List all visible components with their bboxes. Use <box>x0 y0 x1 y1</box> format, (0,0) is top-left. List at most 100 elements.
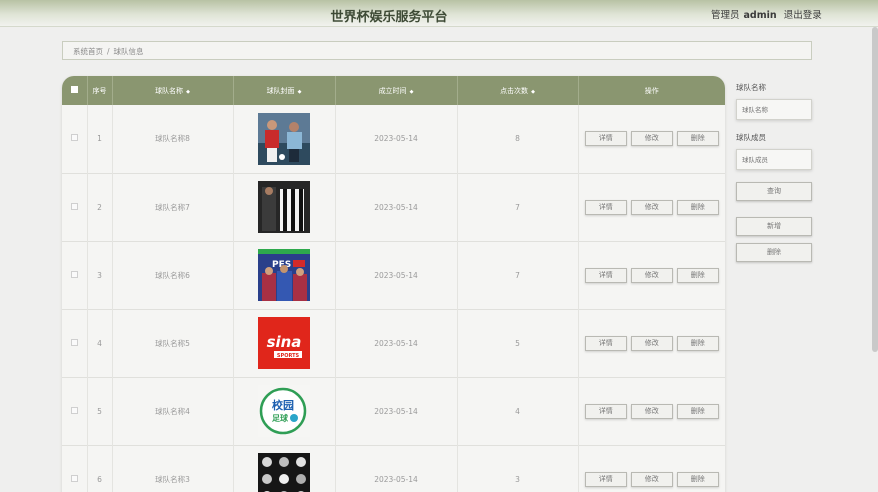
header-founded-date-label: 成立时间 <box>378 86 407 95</box>
row-founded-date: 2023-05-14 <box>335 309 458 377</box>
detail-button[interactable]: 详情 <box>584 131 627 147</box>
header-index: 序号 <box>87 76 113 105</box>
team-cover-image-soccer-players <box>258 112 310 165</box>
header-team-cover[interactable]: 球队封面 ◆ <box>233 76 336 105</box>
row-founded-date: 2023-05-14 <box>335 105 458 173</box>
query-button[interactable]: 查询 <box>736 182 812 201</box>
row-team-cover: sina SPORTS <box>233 309 336 377</box>
detail-button[interactable]: 详情 <box>584 267 627 283</box>
row-team-name: 球队名称6 <box>112 241 234 309</box>
batch-delete-button[interactable]: 删除 <box>736 243 812 262</box>
logout-link[interactable]: 退出登录 <box>784 10 822 21</box>
row-founded-date: 2023-05-14 <box>335 241 458 309</box>
detail-button[interactable]: 详情 <box>584 403 627 419</box>
header-select-all[interactable] <box>62 76 88 105</box>
edit-button[interactable]: 修改 <box>630 403 673 419</box>
sina-logo-text: sina <box>267 333 302 351</box>
top-bar: 世界杯娱乐服务平台 管理员 admin 退出登录 <box>0 0 878 27</box>
username: admin <box>743 10 777 21</box>
search-panel: 球队名称 球队成员 查询 新增 删除 <box>736 82 816 262</box>
edit-button[interactable]: 修改 <box>630 335 673 351</box>
row-founded-date: 2023-05-14 <box>335 173 458 241</box>
row-select-cell[interactable] <box>62 173 88 241</box>
row-team-name: 球队名称8 <box>112 105 234 173</box>
detail-button[interactable]: 详情 <box>584 471 627 487</box>
delete-button[interactable]: 删除 <box>676 199 719 215</box>
row-actions: 详情 修改 删除 <box>578 445 725 492</box>
row-index: 4 <box>87 309 113 377</box>
row-click-count: 8 <box>457 105 579 173</box>
breadcrumb-home[interactable]: 系统首页 <box>73 47 103 56</box>
user-role: 管理员 <box>711 10 740 21</box>
row-checkbox[interactable] <box>70 202 78 210</box>
row-select-cell[interactable] <box>62 241 88 309</box>
select-all-checkbox[interactable] <box>70 86 78 93</box>
sina-sports-text: SPORTS <box>277 353 300 359</box>
row-team-name: 球队名称7 <box>112 173 234 241</box>
delete-button[interactable]: 删除 <box>676 267 719 283</box>
row-select-cell[interactable] <box>62 309 88 377</box>
row-checkbox[interactable] <box>70 474 78 482</box>
sort-icon[interactable]: ◆ <box>186 89 190 95</box>
row-select-cell[interactable] <box>62 445 88 492</box>
row-founded-date: 2023-05-14 <box>335 445 458 492</box>
team-cover-image-sina-sports: sina SPORTS <box>258 317 310 369</box>
team-cover-image-club-badges <box>258 453 310 492</box>
row-click-count: 7 <box>457 241 579 309</box>
row-team-cover <box>233 173 336 241</box>
header-click-count[interactable]: 点击次数 ◆ <box>457 76 579 105</box>
team-table: 序号 球队名称 ◆ 球队封面 ◆ 成立时间 ◆ 点击次数 ◆ 操作 1 球队名称8 <box>62 76 725 492</box>
edit-button[interactable]: 修改 <box>630 471 673 487</box>
sort-icon[interactable]: ◆ <box>410 89 414 95</box>
row-checkbox[interactable] <box>70 406 78 414</box>
row-team-cover <box>233 105 336 173</box>
row-actions: 详情 修改 删除 <box>578 241 725 309</box>
row-index: 1 <box>87 105 113 173</box>
row-index: 5 <box>87 377 113 445</box>
delete-button[interactable]: 删除 <box>676 471 719 487</box>
team-cover-image-striped-jersey <box>258 181 310 233</box>
page-scrollbar[interactable] <box>872 27 878 352</box>
team-cover-image-pes-game: PES <box>258 249 310 301</box>
row-click-count: 5 <box>457 309 579 377</box>
row-team-name: 球队名称4 <box>112 377 234 445</box>
row-team-name: 球队名称3 <box>112 445 234 492</box>
add-button[interactable]: 新增 <box>736 217 812 236</box>
row-checkbox[interactable] <box>70 134 78 142</box>
delete-button[interactable]: 删除 <box>676 131 719 147</box>
edit-button[interactable]: 修改 <box>630 131 673 147</box>
delete-button[interactable]: 删除 <box>676 403 719 419</box>
row-index: 3 <box>87 241 113 309</box>
team-member-label: 球队成员 <box>736 133 766 142</box>
detail-button[interactable]: 详情 <box>584 335 627 351</box>
table-header-row: 序号 球队名称 ◆ 球队封面 ◆ 成立时间 ◆ 点击次数 ◆ 操作 <box>62 76 725 105</box>
team-member-input[interactable] <box>736 149 812 170</box>
header-operations: 操作 <box>644 86 659 95</box>
row-select-cell[interactable] <box>62 377 88 445</box>
row-team-cover <box>233 445 336 492</box>
team-name-input[interactable] <box>736 99 812 120</box>
row-checkbox[interactable] <box>70 270 78 278</box>
edit-button[interactable]: 修改 <box>630 199 673 215</box>
sort-icon[interactable]: ◆ <box>531 89 535 95</box>
row-click-count: 3 <box>457 445 579 492</box>
table-row: 2 球队名称7 2023-05-14 7 详情 修改 删除 <box>62 173 725 241</box>
campus-logo-text-1: 校园 <box>272 398 294 412</box>
header-team-cover-label: 球队封面 <box>266 86 295 95</box>
header-team-name[interactable]: 球队名称 ◆ <box>112 76 234 105</box>
row-click-count: 4 <box>457 377 579 445</box>
detail-button[interactable]: 详情 <box>584 199 627 215</box>
team-cover-image-campus-football: 校园 足球 <box>258 385 310 437</box>
delete-button[interactable]: 删除 <box>676 335 719 351</box>
row-actions: 详情 修改 删除 <box>578 309 725 377</box>
breadcrumb-current: 球队信息 <box>113 47 144 56</box>
sort-icon[interactable]: ◆ <box>298 89 302 95</box>
row-checkbox[interactable] <box>70 338 78 346</box>
table-row: 5 球队名称4 校园 足球 2023-05-14 4 详情 修改 删除 <box>62 377 725 445</box>
header-founded-date[interactable]: 成立时间 ◆ <box>335 76 458 105</box>
edit-button[interactable]: 修改 <box>630 267 673 283</box>
row-select-cell[interactable] <box>62 105 88 173</box>
row-team-cover: 校园 足球 <box>233 377 336 445</box>
table-row: 6 球队名称3 2023-05-14 3 详情 修改 删除 <box>62 445 725 492</box>
campus-logo-text-2: 足球 <box>272 413 289 423</box>
